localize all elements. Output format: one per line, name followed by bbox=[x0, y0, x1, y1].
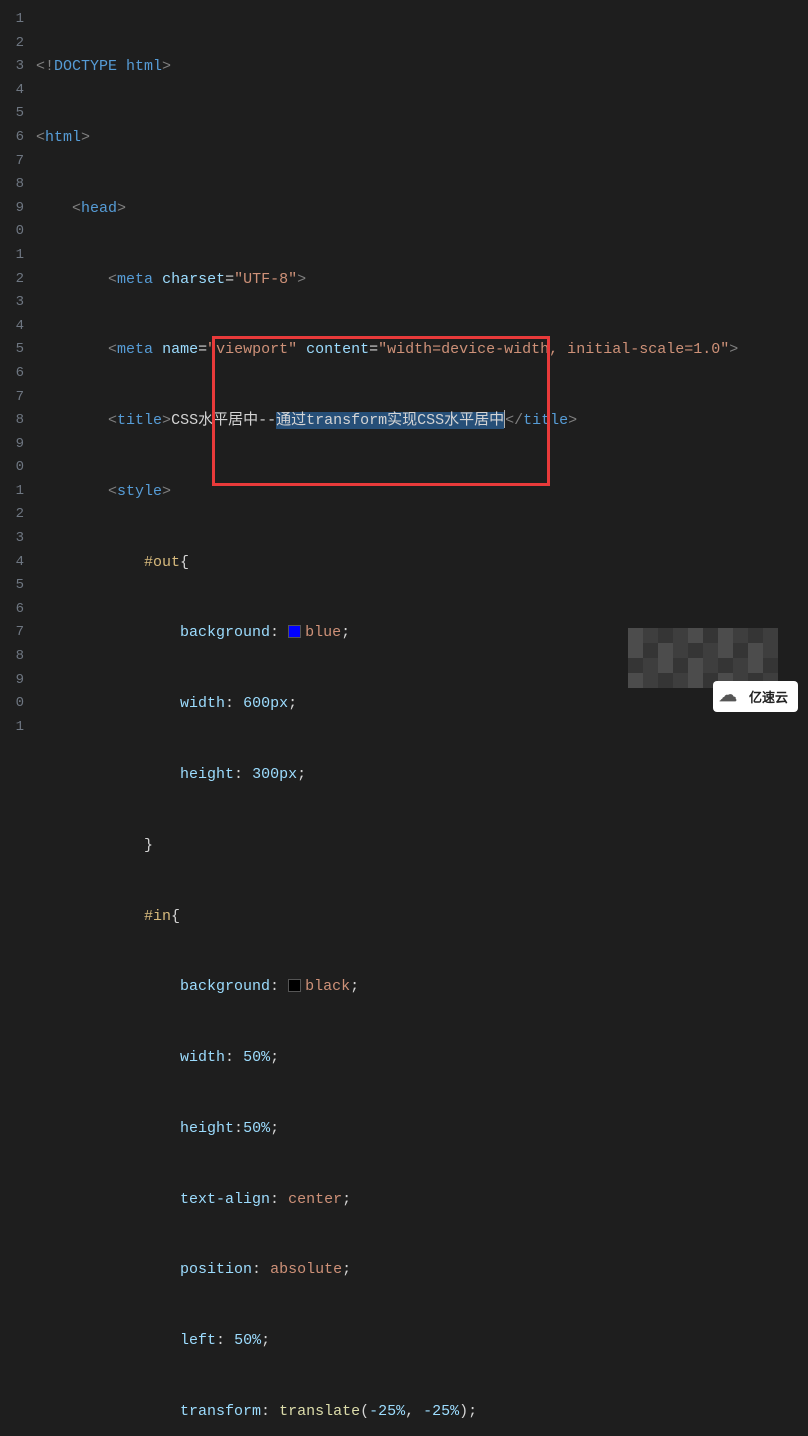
line-number: 0 bbox=[0, 692, 24, 716]
watermark-text: 亿速云 bbox=[749, 690, 788, 705]
line-number: 6 bbox=[0, 126, 24, 150]
line-number: 0 bbox=[0, 220, 24, 244]
selected-text[interactable]: 通过transform实现CSS水平居中 bbox=[276, 412, 504, 429]
code-line[interactable]: <meta charset="UTF-8"> bbox=[36, 268, 808, 292]
line-number: 8 bbox=[0, 409, 24, 433]
code-line[interactable]: background: black; bbox=[36, 975, 808, 999]
cloud-icon: ☁ bbox=[719, 685, 737, 706]
line-number: 2 bbox=[0, 503, 24, 527]
line-number: 1 bbox=[0, 8, 24, 32]
color-swatch-icon bbox=[288, 979, 301, 992]
code-line[interactable]: position: absolute; bbox=[36, 1258, 808, 1282]
code-line[interactable]: width: 50%; bbox=[36, 1046, 808, 1070]
code-line[interactable]: transform: translate(-25%, -25%); bbox=[36, 1400, 808, 1424]
code-line[interactable]: height:50%; bbox=[36, 1117, 808, 1141]
line-number: 5 bbox=[0, 102, 24, 126]
code-line[interactable]: height: 300px; bbox=[36, 763, 808, 787]
line-number: 7 bbox=[0, 386, 24, 410]
line-number: 8 bbox=[0, 173, 24, 197]
line-number: 2 bbox=[0, 268, 24, 292]
line-number: 7 bbox=[0, 621, 24, 645]
line-number: 1 bbox=[0, 716, 24, 740]
line-number: 2 bbox=[0, 32, 24, 56]
code-line[interactable]: #out{ bbox=[36, 551, 808, 575]
code-line[interactable]: #in{ bbox=[36, 905, 808, 929]
line-number: 9 bbox=[0, 197, 24, 221]
line-number: 9 bbox=[0, 669, 24, 693]
line-number: 3 bbox=[0, 527, 24, 551]
code-line[interactable]: <!DOCTYPE html> bbox=[36, 55, 808, 79]
line-number: 1 bbox=[0, 480, 24, 504]
code-line[interactable]: <head> bbox=[36, 197, 808, 221]
line-number: 0 bbox=[0, 456, 24, 480]
line-gutter: 1 2 3 4 5 6 7 8 9 0 1 2 3 4 5 6 7 8 9 0 … bbox=[0, 0, 30, 718]
color-swatch-icon bbox=[288, 625, 301, 638]
line-number: 8 bbox=[0, 645, 24, 669]
line-number: 4 bbox=[0, 79, 24, 103]
code-area[interactable]: <!DOCTYPE html> <html> <head> <meta char… bbox=[30, 0, 808, 718]
line-number: 9 bbox=[0, 433, 24, 457]
line-number: 6 bbox=[0, 598, 24, 622]
code-line[interactable]: <meta name="viewport" content="width=dev… bbox=[36, 338, 808, 362]
code-line[interactable]: } bbox=[36, 834, 808, 858]
line-number: 1 bbox=[0, 244, 24, 268]
line-number: 4 bbox=[0, 315, 24, 339]
line-number: 3 bbox=[0, 55, 24, 79]
line-number: 5 bbox=[0, 338, 24, 362]
code-line[interactable]: left: 50%; bbox=[36, 1329, 808, 1353]
line-number: 5 bbox=[0, 574, 24, 598]
line-number: 6 bbox=[0, 362, 24, 386]
line-number: 4 bbox=[0, 551, 24, 575]
code-editor[interactable]: 1 2 3 4 5 6 7 8 9 0 1 2 3 4 5 6 7 8 9 0 … bbox=[0, 0, 808, 718]
code-line[interactable]: text-align: center; bbox=[36, 1188, 808, 1212]
watermark-badge: ☁ 亿速云 bbox=[713, 681, 798, 712]
code-line[interactable]: <html> bbox=[36, 126, 808, 150]
code-line[interactable]: <title>CSS水平居中--通过transform实现CSS水平居中</ti… bbox=[36, 409, 808, 433]
code-line[interactable]: width: 600px; bbox=[36, 692, 808, 716]
blurred-overlay bbox=[628, 628, 778, 688]
line-number: 7 bbox=[0, 150, 24, 174]
code-line[interactable]: <style> bbox=[36, 480, 808, 504]
line-number: 3 bbox=[0, 291, 24, 315]
